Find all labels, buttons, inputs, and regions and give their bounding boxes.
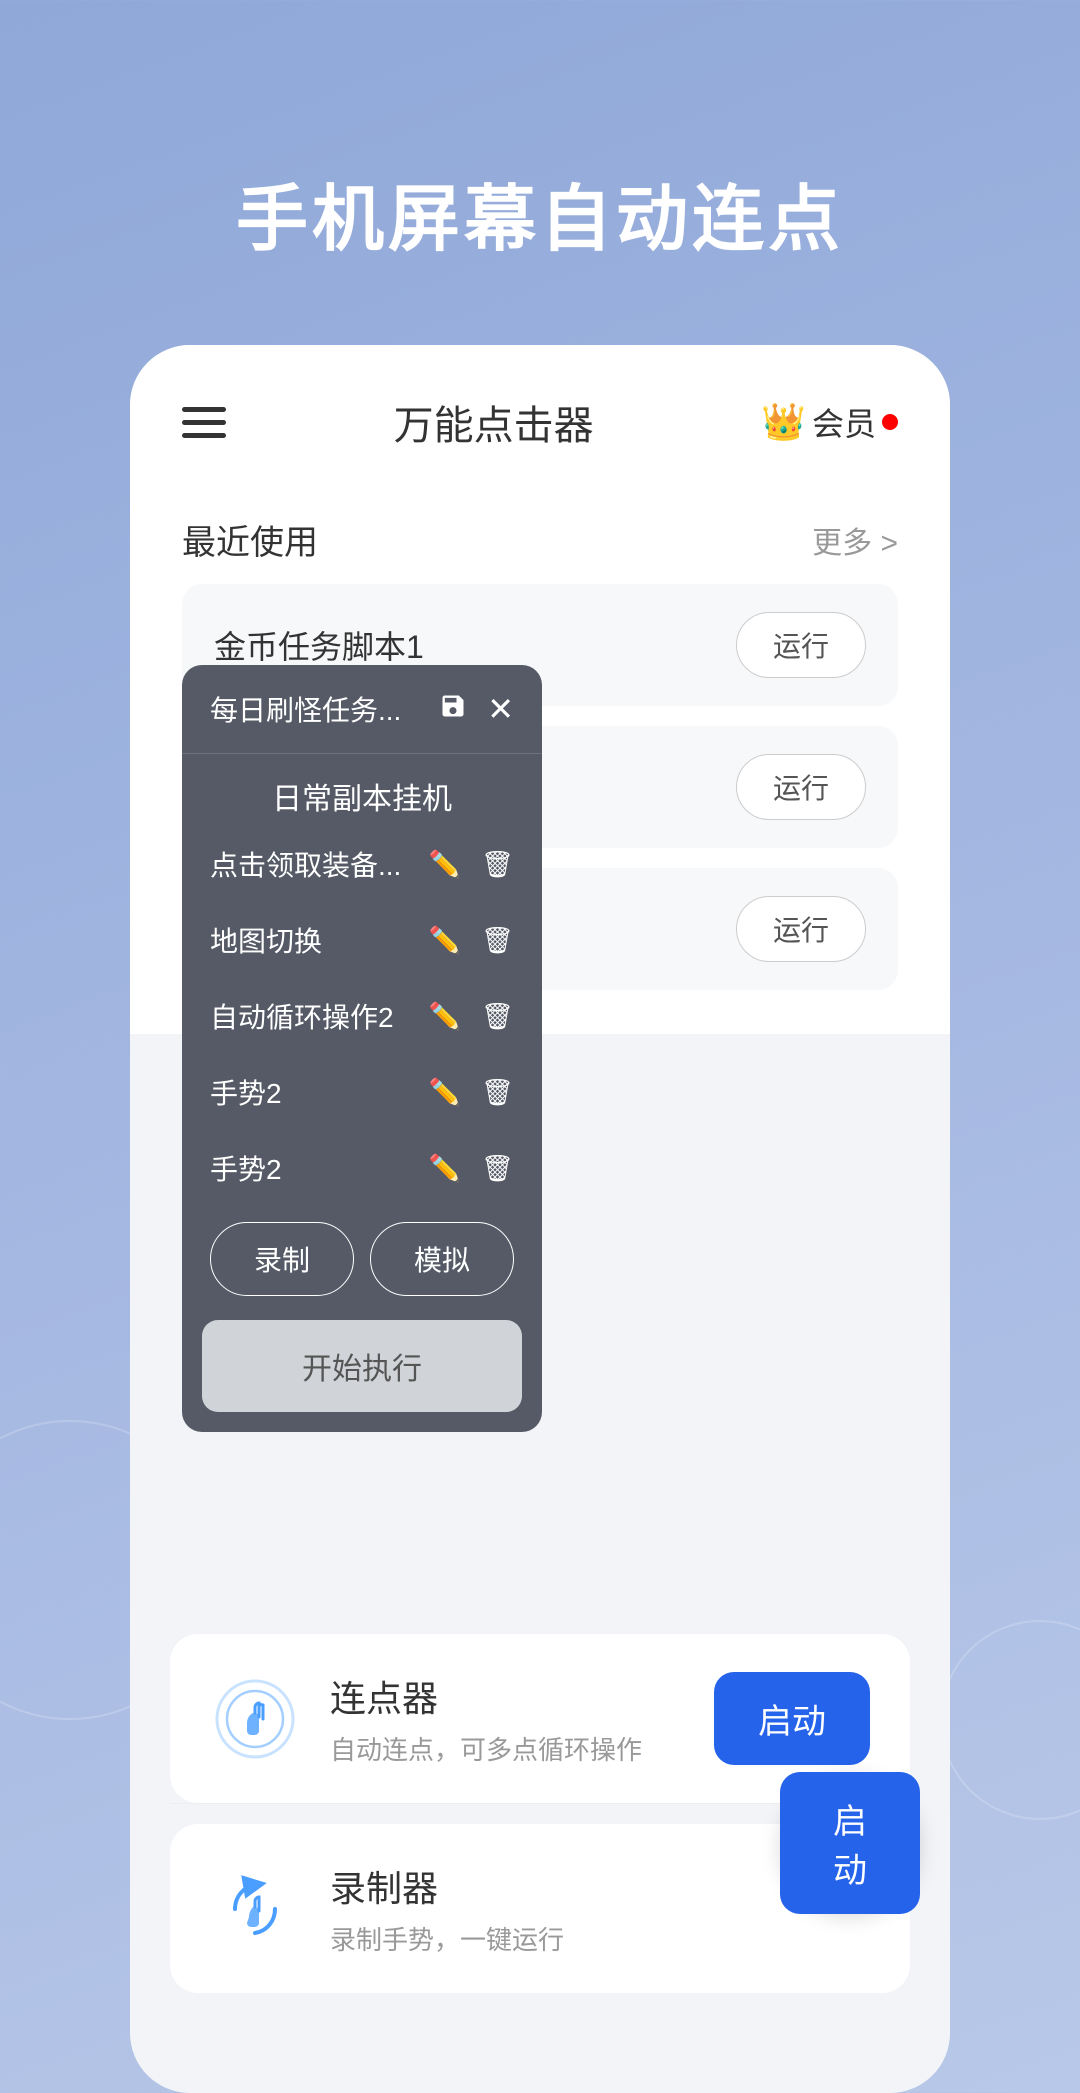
menu-line-3 [182, 433, 226, 438]
popup-row-actions-4: ✏️ 🗑 [429, 1077, 514, 1108]
popup-save-icon[interactable] [439, 692, 467, 727]
popup-row-text-1: 点击领取装备... [210, 844, 429, 884]
popup-delete-icon-1[interactable]: 🗑 [481, 849, 514, 880]
recent-label: 最近使用 [182, 515, 318, 564]
membership-badge[interactable]: 👑 会员 [761, 399, 898, 445]
menu-line-1 [182, 407, 226, 412]
notification-dot [882, 414, 898, 430]
popup-row-3: 自动循环操作2 ✏️ 🗑 [182, 978, 542, 1054]
popup-edit-icon-3[interactable]: ✏️ [429, 1001, 461, 1032]
recorder-feature-desc: 录制手势，一键运行 [330, 1920, 870, 1957]
popup-action-buttons: 录制 模拟 [182, 1206, 542, 1312]
run-button-3[interactable]: 运行 [736, 896, 866, 962]
clicker-start-button[interactable]: 启动 [714, 1672, 870, 1765]
popup-row-4: 手势2 ✏️ 🗑 [182, 1054, 542, 1130]
popup-row-actions-2: ✏️ 🗑 [429, 925, 514, 956]
clicker-feature-icon [210, 1674, 300, 1764]
popup-row-actions-3: ✏️ 🗑 [429, 1001, 514, 1032]
membership-label: 会员 [812, 399, 876, 445]
popup-row-actions-5: ✏️ 🗑 [429, 1153, 514, 1184]
popup-header-title: 每日刷怪任务... [210, 689, 439, 729]
popup-execute-button[interactable]: 开始执行 [202, 1320, 522, 1412]
crown-icon: 👑 [761, 401, 806, 443]
clicker-feature-name: 连点器 [330, 1670, 684, 1722]
popup-delete-icon-5[interactable]: 🗑 [481, 1153, 514, 1184]
run-button-1[interactable]: 运行 [736, 612, 866, 678]
popup-row-1: 点击领取装备... ✏️ 🗑 [182, 826, 542, 902]
popup-main-label: 日常副本挂机 [182, 754, 542, 826]
clicker-feature-info: 连点器 自动连点，可多点循环操作 [330, 1670, 684, 1767]
recorder-start-button[interactable]: 启动 [780, 1772, 920, 1914]
popup-edit-icon-4[interactable]: ✏️ [429, 1077, 461, 1108]
popup-delete-icon-3[interactable]: 🗑 [481, 1001, 514, 1032]
floating-circle: 启动 [780, 1773, 920, 1913]
popup-edit-icon-1[interactable]: ✏️ [429, 849, 461, 880]
more-link[interactable]: 更多 > [812, 518, 898, 562]
phone-card: 万能点击器 👑 会员 最近使用 更多 > 金币任务脚本1 运行 运行 运行 [130, 345, 950, 2093]
popup-row-2: 地图切换 ✏️ 🗑 [182, 902, 542, 978]
menu-button[interactable] [182, 407, 226, 438]
popup-row-text-2: 地图切换 [210, 920, 429, 960]
popup-edit-icon-2[interactable]: ✏️ [429, 925, 461, 956]
dropdown-popup: 每日刷怪任务... ✕ 日常副本挂机 点击领取装备... ✏️ 🗑 地图切换 ✏… [182, 665, 542, 1432]
popup-row-text-3: 自动循环操作2 [210, 996, 429, 1036]
popup-row-actions-1: ✏️ 🗑 [429, 849, 514, 880]
popup-simulate-button[interactable]: 模拟 [370, 1222, 514, 1296]
feature-card-recorder: 录制器 录制手势，一键运行 启动 [170, 1824, 910, 1993]
popup-close-icon[interactable]: ✕ [487, 690, 514, 728]
popup-edit-icon-5[interactable]: ✏️ [429, 1153, 461, 1184]
popup-row-text-5: 手势2 [210, 1148, 429, 1188]
bg-circle-2 [940, 1620, 1080, 1820]
run-button-2[interactable]: 运行 [736, 754, 866, 820]
hero-title: 手机屏幕自动连点 [236, 160, 844, 265]
popup-delete-icon-2[interactable]: 🗑 [481, 925, 514, 956]
app-title: 万能点击器 [394, 393, 594, 451]
recent-header: 最近使用 更多 > [182, 515, 898, 564]
popup-header: 每日刷怪任务... ✕ [182, 665, 542, 754]
menu-line-2 [182, 420, 226, 425]
clicker-feature-desc: 自动连点，可多点循环操作 [330, 1730, 684, 1767]
recorder-feature-icon [210, 1864, 300, 1954]
popup-record-button[interactable]: 录制 [210, 1222, 354, 1296]
app-header: 万能点击器 👑 会员 [130, 345, 950, 483]
popup-row-5: 手势2 ✏️ 🗑 [182, 1130, 542, 1206]
script-name-1: 金币任务脚本1 [214, 622, 424, 668]
popup-delete-icon-4[interactable]: 🗑 [481, 1077, 514, 1108]
popup-row-text-4: 手势2 [210, 1072, 429, 1112]
